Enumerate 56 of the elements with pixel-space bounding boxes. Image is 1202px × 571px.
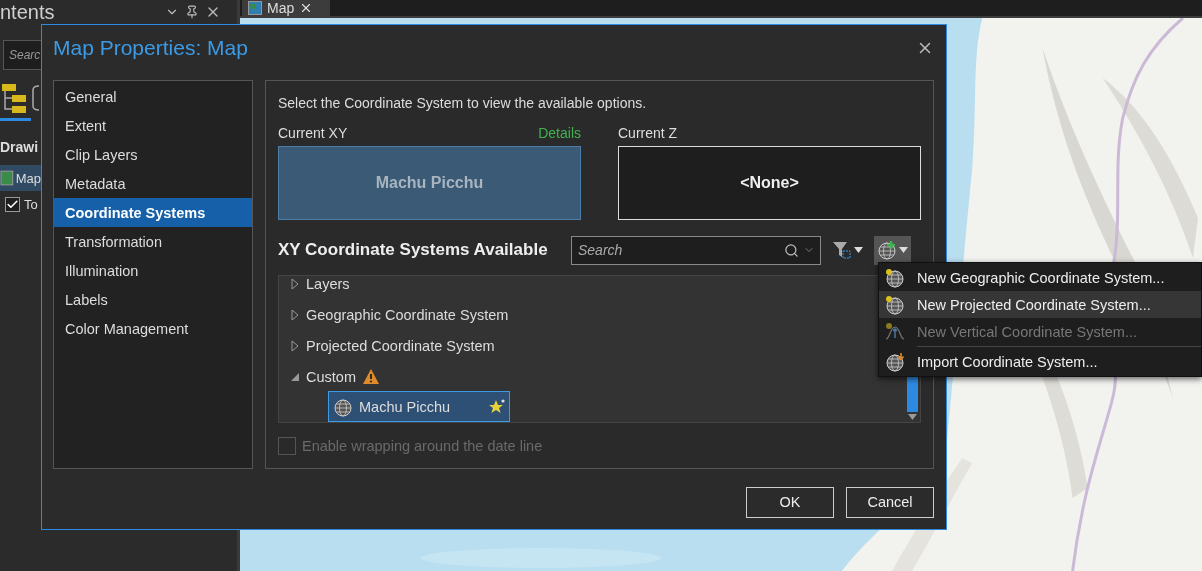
- nav-item[interactable]: Coordinate Systems: [54, 198, 252, 227]
- menu-item[interactable]: New Projected Coordinate System...: [879, 291, 1201, 318]
- dialog-title: Map Properties: Map: [53, 36, 248, 60]
- map-tab[interactable]: Map: [242, 0, 330, 16]
- ok-button[interactable]: OK: [746, 486, 834, 518]
- search-field[interactable]: Searc: [3, 40, 41, 70]
- instruction-text: Select the Coordinate System to view the available options.: [278, 95, 648, 111]
- layer-checkbox[interactable]: [5, 197, 20, 212]
- nav-item[interactable]: Color Management: [54, 314, 252, 343]
- search-field[interactable]: Search: [571, 235, 821, 265]
- nav-item[interactable]: Clip Layers: [54, 140, 252, 169]
- caret-icon: [854, 247, 863, 253]
- section-heading: Drawi: [0, 139, 40, 155]
- caret-icon: [899, 247, 908, 253]
- globe-add-icon: [877, 240, 897, 260]
- collapsed-arrow-icon[interactable]: [291, 309, 300, 322]
- scroll-down-icon[interactable]: [907, 414, 917, 420]
- cancel-button[interactable]: Cancel: [846, 486, 934, 518]
- nav-item[interactable]: Illumination: [54, 256, 252, 285]
- map-icon: [248, 1, 262, 15]
- map-label: Map: [15, 170, 41, 186]
- current-z-box[interactable]: <None>: [618, 146, 921, 220]
- nav-item[interactable]: Labels: [54, 285, 252, 314]
- field-label: Current Z: [618, 125, 679, 141]
- scrollbar-thumb[interactable]: [906, 374, 918, 412]
- field-label: Current XY: [278, 125, 348, 141]
- map-icon: [0, 170, 14, 186]
- filter-icon: [832, 240, 852, 260]
- add-coordinate-system-button[interactable]: [874, 235, 911, 265]
- globe-icon: [885, 351, 905, 372]
- globe-icon: [885, 267, 905, 288]
- details-link[interactable]: Details: [538, 125, 581, 141]
- collapsed-arrow-icon[interactable]: [291, 278, 300, 290]
- tab-label: Map: [267, 0, 295, 16]
- expanded-arrow-icon[interactable]: [291, 371, 300, 384]
- menu-item[interactable]: Import Coordinate System...: [879, 348, 1201, 375]
- menu-item[interactable]: New Geographic Coordinate System...: [879, 264, 1201, 291]
- section-heading: XY Coordinate Systems Available: [278, 240, 549, 260]
- item-label: Machu Picchu: [359, 398, 452, 415]
- vertical-axis-icon: [885, 321, 905, 342]
- map-item[interactable]: Map: [0, 165, 41, 191]
- wrap-checkbox-label: Enable wrapping around the date line: [278, 437, 921, 455]
- nav-item[interactable]: General: [54, 82, 252, 111]
- nav-item[interactable]: Transformation: [54, 227, 252, 256]
- nav-item[interactable]: Extent: [54, 111, 252, 140]
- pin-icon[interactable]: [185, 5, 199, 19]
- star-icon: [489, 398, 505, 415]
- grid-globe-icon: [885, 294, 905, 315]
- search-icon[interactable]: [784, 242, 799, 258]
- globe-icon: [333, 396, 353, 417]
- nav-item[interactable]: Metadata: [54, 169, 252, 198]
- panel-title: ntents: [0, 1, 55, 23]
- collapsed-arrow-icon[interactable]: [291, 340, 300, 353]
- tree-item[interactable]: Machu Picchu: [328, 391, 510, 422]
- layer-tree-icon[interactable]: [0, 82, 28, 114]
- layer-label: To: [24, 197, 38, 212]
